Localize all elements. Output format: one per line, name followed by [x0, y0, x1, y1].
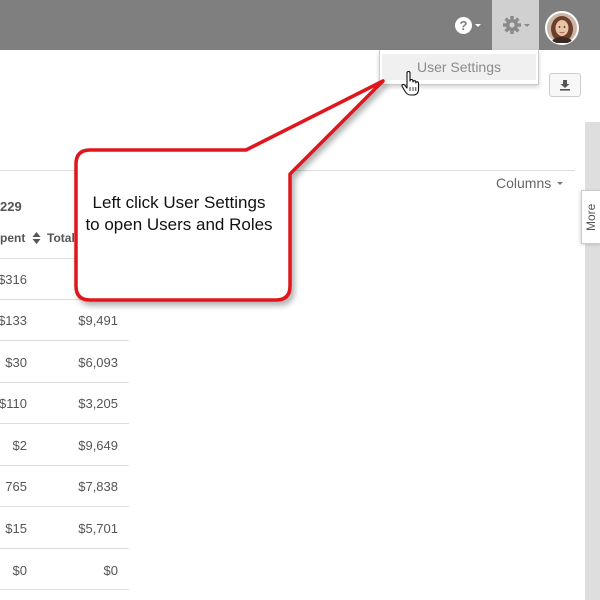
hand-pointer-icon	[401, 71, 420, 96]
callout-instruction-text: Left click User Settings to open Users a…	[85, 193, 273, 234]
callout-bubble	[74, 79, 385, 302]
